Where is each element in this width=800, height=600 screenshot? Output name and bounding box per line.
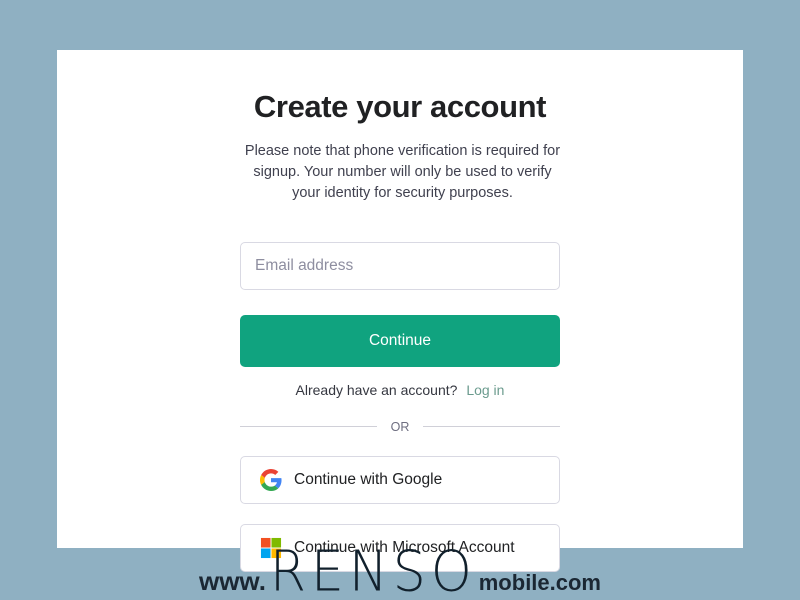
log-in-link[interactable]: Log in — [466, 382, 504, 398]
login-prompt-text: Already have an account? — [295, 381, 458, 398]
divider-label: OR — [390, 419, 410, 434]
watermark-prefix: www. — [198, 566, 266, 596]
signup-subtitle: Please note that phone verification is r… — [244, 142, 561, 202]
email-field-wrap — [240, 241, 560, 290]
social-button-label: Continue with Google — [294, 470, 443, 488]
google-icon — [260, 468, 282, 491]
divider-line-left — [240, 426, 377, 428]
login-prompt-row: Already have an account? Log in — [240, 382, 560, 398]
continue-button[interactable]: Continue — [240, 314, 560, 367]
watermark-suffix: mobile.com — [478, 570, 601, 595]
or-divider: OR — [240, 420, 560, 434]
page-title: Create your account — [253, 89, 547, 124]
continue-with-google-button[interactable]: Continue with Google — [240, 455, 560, 504]
watermark-brand: RENSO — [269, 539, 477, 600]
signup-form: Create your account Please note that pho… — [240, 88, 560, 572]
email-input[interactable] — [240, 241, 560, 290]
signup-card: Create your account Please note that pho… — [57, 50, 743, 572]
watermark: www. RENSO mobile.com — [0, 544, 800, 600]
divider-line-right — [423, 426, 560, 428]
